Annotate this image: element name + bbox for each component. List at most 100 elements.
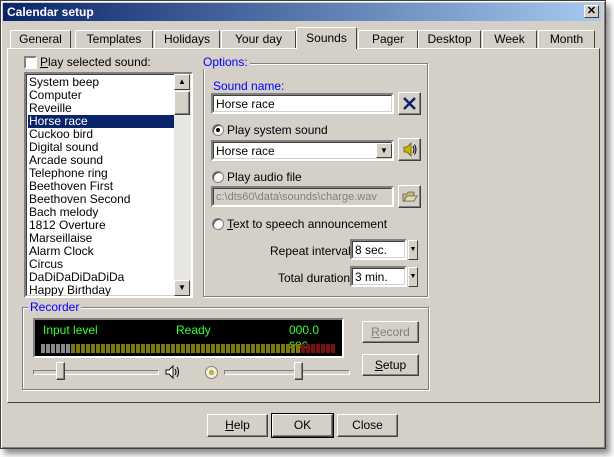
delete-x-icon — [403, 97, 416, 110]
play-sound-button[interactable] — [398, 138, 421, 161]
vu-segment — [131, 344, 135, 353]
balance-slider-track[interactable] — [224, 370, 350, 375]
vu-segment — [306, 344, 310, 353]
options-label: Options: — [201, 55, 250, 69]
tab-templates[interactable]: Templates — [75, 30, 153, 48]
vu-segment — [256, 344, 260, 353]
chevron-down-icon: ▼ — [409, 246, 417, 253]
tab-your-day[interactable]: Your day — [221, 30, 296, 48]
volume-speaker-icon — [165, 364, 179, 380]
tab-sounds[interactable]: Sounds — [296, 27, 357, 49]
total-duration-label: Total duration: — [278, 271, 354, 285]
vu-segment — [326, 344, 330, 353]
balance-slider-thumb[interactable] — [294, 362, 304, 380]
vu-segment — [141, 344, 145, 353]
tab-pager[interactable]: Pager — [358, 30, 418, 48]
play-audio-file-radio[interactable] — [212, 171, 224, 183]
vu-segment — [201, 344, 205, 353]
sound-name-value: Horse race — [216, 97, 275, 111]
vu-segment — [116, 344, 120, 353]
play-selected-label-rest: lay selected sound: — [48, 55, 151, 69]
vu-segment — [56, 344, 60, 353]
vu-segment — [241, 344, 245, 353]
vu-segment — [301, 344, 305, 353]
help-button[interactable]: Help — [207, 414, 268, 437]
repeat-interval-dropdown-button[interactable]: ▼ — [408, 240, 418, 260]
play-system-sound-label: Play system sound — [227, 123, 328, 137]
total-duration-select[interactable]: 3 min. — [350, 266, 407, 287]
play-system-sound-radio[interactable] — [212, 124, 224, 136]
scroll-down-button[interactable]: ▼ — [174, 280, 190, 296]
vu-segment — [246, 344, 250, 353]
vu-segment — [151, 344, 155, 353]
audio-file-input[interactable]: c:\dts60\data\sounds\charge.wav — [211, 186, 394, 207]
audio-file-value: c:\dts60\data\sounds\charge.wav — [216, 191, 377, 203]
record-button[interactable]: Record — [362, 321, 419, 343]
vu-segment — [321, 344, 325, 353]
vu-segment — [96, 344, 100, 353]
total-duration-dropdown-button[interactable]: ▼ — [408, 267, 418, 287]
vu-segment — [66, 344, 70, 353]
scroll-up-button[interactable]: ▲ — [174, 74, 190, 90]
tab-general[interactable]: General — [10, 30, 71, 48]
vu-segment — [236, 344, 240, 353]
vu-segment — [291, 344, 295, 353]
vu-segment — [171, 344, 175, 353]
vu-segment — [266, 344, 270, 353]
repeat-interval-select[interactable]: 8 sec. — [350, 239, 407, 260]
vu-segment — [281, 344, 285, 353]
browse-audio-button[interactable] — [398, 185, 421, 208]
tab-month[interactable]: Month — [538, 30, 595, 48]
ok-button[interactable]: OK — [271, 413, 334, 438]
text-to-speech-radio[interactable] — [212, 218, 224, 230]
vu-segment — [71, 344, 75, 353]
text-to-speech-label-rest: ext to speech announcement — [233, 217, 388, 231]
vu-segment — [91, 344, 95, 353]
volume-slider-track[interactable] — [33, 370, 159, 375]
sound-name-input[interactable]: Horse race — [211, 93, 394, 114]
disc-icon — [205, 366, 218, 379]
vu-segment — [221, 344, 225, 353]
vu-segment — [86, 344, 90, 353]
sounds-list-scrollbar[interactable]: ▲ ▼ — [174, 74, 191, 296]
volume-slider-thumb[interactable] — [56, 362, 66, 380]
tab-desktop[interactable]: Desktop — [418, 30, 481, 48]
vu-segment — [261, 344, 265, 353]
tab-week[interactable]: Week — [482, 30, 537, 48]
close-button[interactable]: Close — [337, 414, 398, 437]
vu-segment — [81, 344, 85, 353]
system-sound-dropdown-button[interactable]: ▼ — [376, 143, 392, 158]
tab-holidays[interactable]: Holidays — [154, 30, 220, 48]
vu-segment — [161, 344, 165, 353]
sound-list-item[interactable]: Happy Birthday — [28, 284, 178, 297]
delete-sound-button[interactable] — [398, 92, 421, 115]
vu-segment — [251, 344, 255, 353]
vu-segment — [76, 344, 80, 353]
sounds-list[interactable]: System beep Computer Reveille Horse race Cuc… — [24, 72, 193, 298]
vu-segment — [196, 344, 200, 353]
system-sound-select[interactable]: Horse race ▼ — [211, 140, 394, 161]
vu-segment — [166, 344, 170, 353]
scroll-up-icon: ▲ — [178, 77, 186, 86]
play-audio-file-label: Play audio file — [227, 170, 302, 184]
close-window-button[interactable]: ✕ — [584, 5, 599, 18]
vu-segment — [46, 344, 50, 353]
vu-segment — [181, 344, 185, 353]
setup-button-rest: etup — [382, 358, 407, 372]
chevron-down-icon: ▼ — [409, 273, 417, 280]
chevron-down-icon: ▼ — [380, 146, 388, 155]
repeat-interval-value: 8 sec. — [355, 243, 388, 257]
close-icon: ✕ — [586, 5, 597, 17]
play-selected-checkbox[interactable] — [24, 56, 37, 69]
vu-meter-display: Input level Ready 000.0 sec. — [33, 318, 344, 358]
vu-segment — [41, 344, 45, 353]
vu-segment — [186, 344, 190, 353]
vu-segment — [311, 344, 315, 353]
recorder-status: Ready — [176, 323, 211, 337]
scroll-thumb[interactable] — [174, 91, 190, 115]
help-button-rest: elp — [233, 418, 250, 432]
total-duration-value: 3 min. — [355, 270, 388, 284]
vu-segment — [51, 344, 55, 353]
setup-button[interactable]: Setup — [362, 354, 419, 376]
repeat-interval-label: Repeat interval: — [270, 244, 355, 258]
